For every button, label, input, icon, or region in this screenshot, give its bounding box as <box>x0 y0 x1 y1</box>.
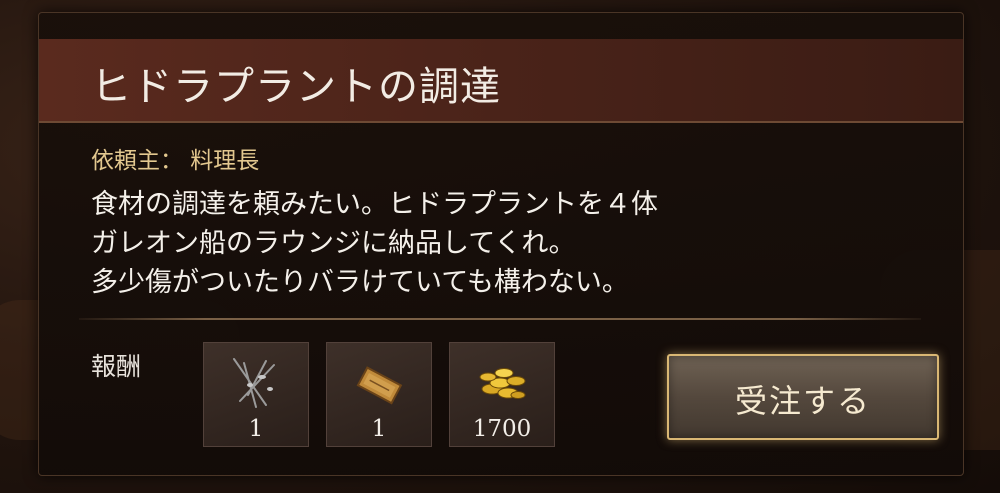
reward-item-gold[interactable]: 1700 <box>449 342 555 447</box>
quest-panel: ヒドラプラントの調達 依頼主： 料理長 食材の調達を頼みたい。ヒドラプラントを４… <box>38 12 964 476</box>
reward-count: 1 <box>371 416 387 442</box>
scroll-ticket-icon <box>356 366 403 405</box>
gold-coins-icon <box>479 368 526 399</box>
description-line: 多少傷がついたりバラけていても構わない。 <box>91 267 629 298</box>
reward-label: 報酬 <box>91 352 142 381</box>
divider <box>79 318 921 320</box>
herb-sticks-icon <box>233 358 275 408</box>
accept-quest-button[interactable]: 受注する <box>667 354 939 440</box>
quest-description: 食材の調達を頼みたい。ヒドラプラントを４体 ガレオン船のラウンジに納品してくれ。… <box>91 185 891 302</box>
reward-list: 1 1 1700 <box>203 342 555 447</box>
accept-button-label: 受注する <box>734 382 871 420</box>
reward-item-herb[interactable]: 1 <box>203 342 309 447</box>
reward-count: 1700 <box>472 416 532 442</box>
description-line: ガレオン船のラウンジに納品してくれ。 <box>91 228 576 259</box>
title-bar: ヒドラプラントの調達 <box>39 39 963 123</box>
description-line: 食材の調達を頼みたい。ヒドラプラントを４体 <box>91 189 658 220</box>
reward-count: 1 <box>248 416 264 442</box>
quest-title: ヒドラプラントの調達 <box>91 64 501 110</box>
quest-client: 依頼主： 料理長 <box>91 148 260 174</box>
reward-item-ticket[interactable]: 1 <box>326 342 432 447</box>
